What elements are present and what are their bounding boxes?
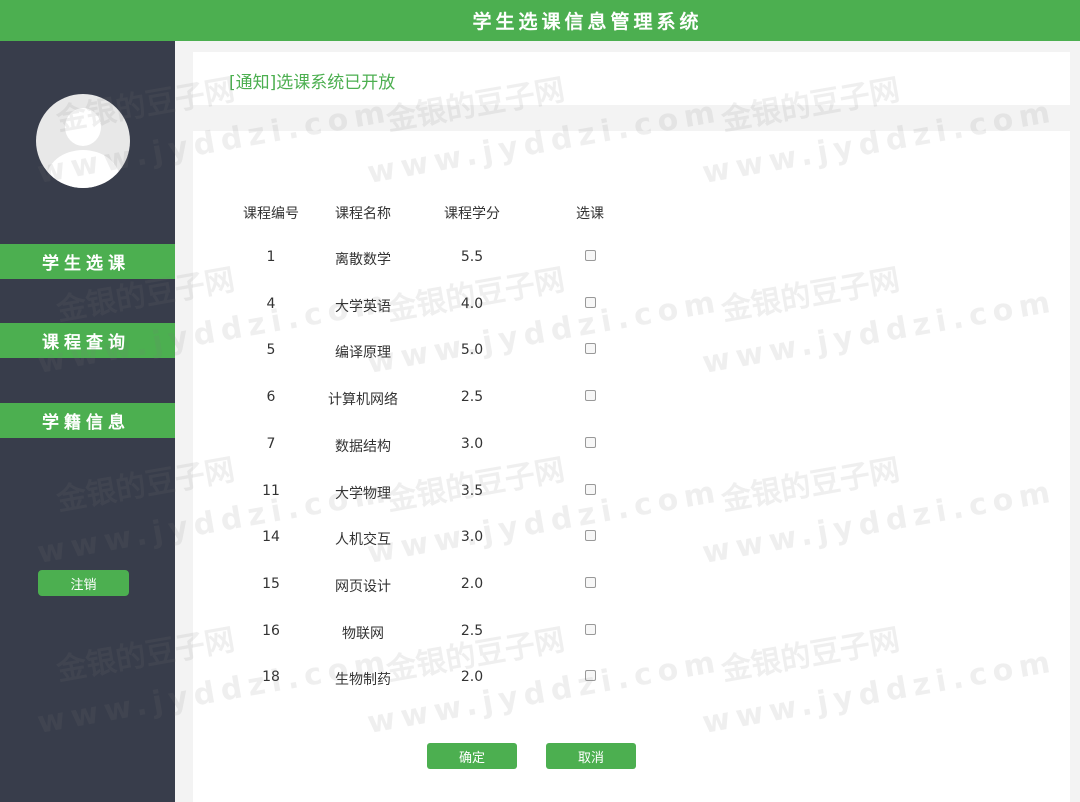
sidebar-item-course-selection[interactable]: 学生选课 (0, 244, 175, 279)
select-course-checkbox[interactable] (585, 343, 596, 355)
sidebar: 学生选课 课程查询 学籍信息 注销 (0, 41, 175, 802)
avatar-head (65, 108, 101, 146)
avatar (36, 94, 130, 188)
select-course-checkbox[interactable] (585, 390, 596, 402)
notice-text: [通知]选课系统已开放 (229, 73, 396, 93)
course-credit-cell: 4.0 (460, 295, 484, 312)
course-id-cell: 5 (266, 342, 276, 359)
course-id-cell: 6 (266, 389, 276, 406)
course-id-cell: 16 (262, 622, 280, 639)
header-course-credit: 课程学分 (444, 206, 500, 222)
confirm-button[interactable]: 确定 (427, 743, 517, 769)
course-id-cell: 14 (262, 529, 280, 546)
header-select: 选课 (576, 206, 604, 222)
course-credit-cell: 5.5 (460, 249, 484, 265)
course-id-cell: 4 (266, 295, 276, 312)
course-name-cell: 数据结构 (335, 438, 391, 455)
cancel-button[interactable]: 取消 (546, 743, 636, 769)
course-credit-cell: 3.5 (460, 482, 484, 499)
select-course-checkbox[interactable] (585, 296, 596, 308)
select-course-checkbox[interactable] (585, 436, 596, 448)
course-credit-cell: 3.0 (460, 529, 484, 546)
course-credit-cell: 2.0 (460, 669, 484, 686)
course-id-cell: 18 (262, 669, 280, 686)
select-course-checkbox[interactable] (585, 670, 596, 682)
course-name-cell: 大学物理 (335, 485, 391, 502)
select-course-checkbox[interactable] (585, 483, 596, 495)
course-name-cell: 离散数学 (335, 252, 391, 268)
notice-panel: [通知]选课系统已开放 (193, 52, 1070, 105)
course-id-cell: 1 (266, 249, 276, 265)
course-credit-cell: 2.5 (460, 389, 484, 406)
header-course-name: 课程名称 (335, 206, 391, 222)
course-name-cell: 编译原理 (335, 345, 391, 362)
course-credit-cell: 5.0 (460, 342, 484, 359)
course-name-cell: 大学英语 (335, 298, 391, 315)
app-title: 学生选课信息管理系统 (472, 11, 703, 33)
course-id-cell: 15 (262, 575, 280, 592)
select-course-checkbox[interactable] (585, 250, 596, 261)
sidebar-item-course-query[interactable]: 课程查询 (0, 323, 175, 358)
course-credit-cell: 2.0 (460, 575, 484, 592)
select-course-checkbox[interactable] (585, 623, 596, 635)
course-id-cell: 7 (266, 435, 276, 452)
course-table-panel: 课程编号 课程名称 课程学分 选课 1 离散数学 5.5 4 大学英语 4.0 5 编译原理 5… (193, 131, 1070, 802)
course-credit-cell: 3.0 (460, 435, 484, 452)
select-course-checkbox[interactable] (585, 530, 596, 542)
course-id-cell: 11 (262, 482, 280, 499)
course-name-cell: 网页设计 (335, 578, 391, 595)
top-header-bar: 学生选课信息管理系统 (0, 0, 1080, 41)
select-course-checkbox[interactable] (585, 576, 596, 588)
avatar-shoulders (46, 150, 120, 188)
sidebar-item-student-records[interactable]: 学籍信息 (0, 403, 175, 438)
course-name-cell: 计算机网络 (328, 392, 398, 409)
course-name-cell: 生物制药 (335, 672, 391, 689)
course-credit-cell: 2.5 (460, 622, 484, 639)
header-course-id: 课程编号 (243, 206, 299, 222)
course-name-cell: 物联网 (342, 625, 384, 642)
course-name-cell: 人机交互 (335, 532, 391, 549)
logout-button[interactable]: 注销 (38, 570, 129, 596)
